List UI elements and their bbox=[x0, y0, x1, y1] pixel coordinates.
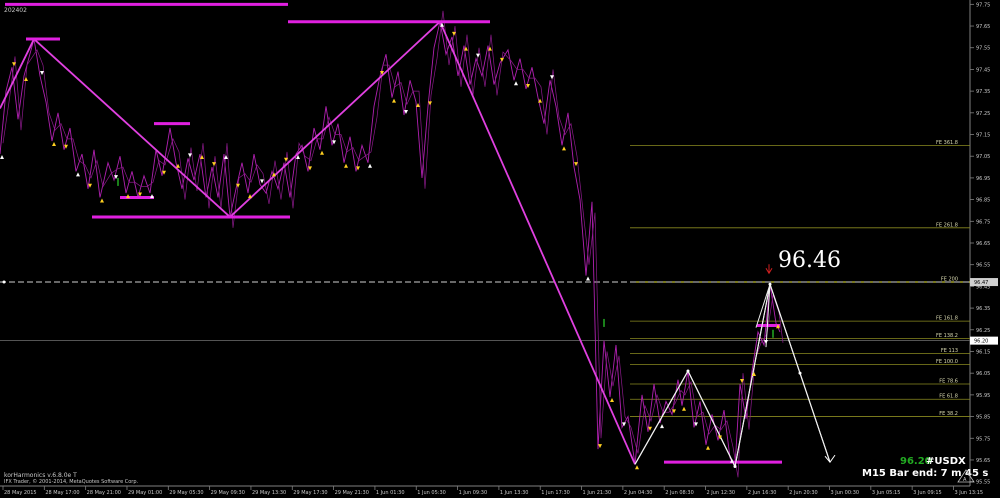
x-tick-label: 29 May 17:30 bbox=[293, 490, 327, 496]
x-tick-label: 3 Jun 13:15 bbox=[954, 490, 983, 496]
y-tick-label: 97.05 bbox=[976, 154, 990, 160]
y-tick-label: 95.55 bbox=[976, 480, 990, 486]
x-tick-label: 29 May 05:30 bbox=[169, 490, 203, 496]
x-tick-label: 29 May 01:00 bbox=[128, 490, 162, 496]
x-tick-label: 3 Jun 00:30 bbox=[830, 490, 859, 496]
fe-level-label: FE 38.2 bbox=[939, 411, 958, 417]
copyright-text: IFX Trader, © 2001-2014, MetaQuotes Soft… bbox=[4, 478, 139, 485]
projection-node bbox=[733, 464, 737, 468]
fe-level-label: FE 161.8 bbox=[936, 316, 958, 322]
symbol-label: #USDX bbox=[926, 456, 966, 467]
y-tick-label: 96.55 bbox=[976, 263, 990, 269]
x-tick-label: 2 Jun 08:30 bbox=[665, 490, 694, 496]
x-tick-label: 29 May 21:30 bbox=[335, 490, 369, 496]
y-tick-label: 97.55 bbox=[976, 46, 990, 52]
y-tick-label: 96.85 bbox=[976, 198, 990, 204]
fe-level-label: FE 138.2 bbox=[936, 333, 958, 339]
y-tick-label: 97.75 bbox=[976, 2, 990, 8]
y-tick-label: 96.95 bbox=[976, 176, 990, 182]
y-tick-label: 95.95 bbox=[976, 393, 990, 399]
y-tick-label: 97.45 bbox=[976, 67, 990, 73]
y-tick-label: 96.35 bbox=[976, 306, 990, 312]
x-tick-label: 1 Jun 05:30 bbox=[417, 490, 446, 496]
y-tick-label: 95.85 bbox=[976, 415, 990, 421]
current-price-tag-label: 96.20 bbox=[974, 339, 988, 345]
fe-level-label: FE 261.8 bbox=[936, 222, 958, 228]
fe-level-label: FE 113 bbox=[941, 348, 958, 354]
y-tick-label: 97.35 bbox=[976, 89, 990, 95]
svg-text:A: A bbox=[963, 477, 967, 483]
x-tick-label: 2 Jun 20:30 bbox=[789, 490, 818, 496]
y-tick-label: 96.75 bbox=[976, 219, 990, 225]
callout-price: 96.46 bbox=[778, 248, 841, 273]
x-tick-label: 1 Jun 01:30 bbox=[376, 490, 405, 496]
y-tick-label: 96.45 bbox=[976, 284, 990, 290]
x-tick-label: 28 May 2015 bbox=[4, 490, 37, 496]
x-tick-label: 1 Jun 09:30 bbox=[459, 490, 488, 496]
x-tick-label: 2 Jun 04:30 bbox=[624, 490, 653, 496]
y-tick-label: 96.05 bbox=[976, 371, 990, 377]
indicator-name: korHarmonics v.6.8.0e T bbox=[4, 472, 77, 479]
window-id-label: 202402 bbox=[4, 7, 27, 14]
y-tick-label: 97.15 bbox=[976, 133, 990, 139]
x-tick-label: 1 Jun 13:30 bbox=[500, 490, 529, 496]
x-tick-label: 1 Jun 17:30 bbox=[541, 490, 570, 496]
price-line-anchor bbox=[2, 280, 6, 284]
x-tick-label: 3 Jun 09:15 bbox=[913, 490, 942, 496]
fe-level-label: FE 361.8 bbox=[936, 140, 958, 146]
x-tick-label: 29 May 09:30 bbox=[211, 490, 245, 496]
bar-timer: M15 Bar end: 7 m 45 s bbox=[862, 468, 988, 479]
y-tick-label: 97.25 bbox=[976, 111, 990, 117]
y-tick-label: 96.25 bbox=[976, 328, 990, 334]
x-tick-label: 2 Jun 12:30 bbox=[707, 490, 736, 496]
x-tick-label: 1 Jun 21:30 bbox=[583, 490, 612, 496]
y-tick-label: 96.65 bbox=[976, 241, 990, 247]
projection-node bbox=[798, 371, 802, 375]
price-chart[interactable]: FE 361.8FE 261.8FE 200FE 161.8FE 138.2FE… bbox=[0, 0, 1000, 498]
projection-node bbox=[686, 369, 690, 373]
x-tick-label: 2 Jun 16:30 bbox=[748, 490, 777, 496]
x-tick-label: 28 May 21:00 bbox=[87, 490, 121, 496]
y-tick-label: 95.65 bbox=[976, 458, 990, 464]
fe-level-label: FE 100.0 bbox=[936, 359, 958, 365]
y-tick-label: 97.65 bbox=[976, 24, 990, 30]
x-tick-label: 3 Jun 05:15 bbox=[872, 490, 901, 496]
fe-level-label: FE 78.6 bbox=[939, 379, 958, 385]
fe-level-label: FE 61.8 bbox=[939, 394, 958, 400]
x-tick-label: 29 May 13:30 bbox=[252, 490, 286, 496]
y-tick-label: 96.15 bbox=[976, 349, 990, 355]
projection-node bbox=[768, 282, 772, 286]
x-tick-label: 28 May 17:00 bbox=[45, 490, 79, 496]
y-tick-label: 95.75 bbox=[976, 436, 990, 442]
